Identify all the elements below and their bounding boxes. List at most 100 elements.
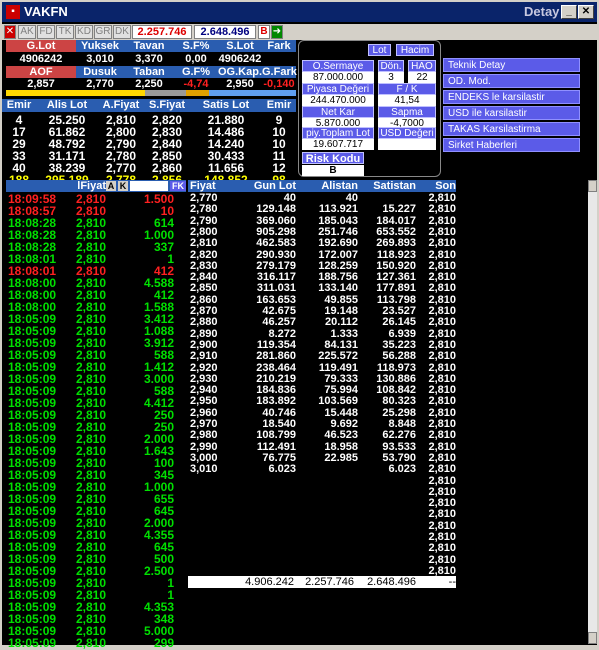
levels-cell: 75.994 bbox=[324, 384, 358, 397]
minimize-button[interactable]: _ bbox=[561, 5, 577, 19]
depth-header-3: S.Fiyat bbox=[144, 99, 190, 112]
levels-cell: 6.023 bbox=[388, 463, 416, 476]
levels-cell: 225.572 bbox=[318, 350, 358, 363]
b-button[interactable]: B bbox=[258, 25, 270, 39]
osermaye-value: 87.000.000 bbox=[302, 72, 374, 83]
lot-button[interactable]: Lot bbox=[368, 44, 391, 56]
levels-cell: 2,840 bbox=[190, 271, 218, 284]
toolbar-tab-dk[interactable]: DK bbox=[113, 25, 131, 39]
right-button-4[interactable]: TAKAS Karsilastirma bbox=[443, 122, 580, 136]
levels-cell: 2,960 bbox=[190, 406, 218, 419]
levels-cell: 49.855 bbox=[324, 293, 358, 306]
levels-cell: 210.219 bbox=[256, 372, 296, 385]
levels-cell: 19.148 bbox=[324, 305, 358, 317]
usd-value bbox=[378, 139, 436, 150]
sort-k-button[interactable]: K bbox=[118, 181, 128, 191]
toolbar-tab-kd[interactable]: KD bbox=[75, 25, 93, 39]
levels-cell: 2,810 bbox=[428, 485, 456, 498]
summary-h2-3: G.F% bbox=[174, 66, 218, 78]
levels-cell: 183.892 bbox=[256, 395, 296, 408]
levels-cell: 279.179 bbox=[256, 259, 296, 272]
company-info-panel: Lot Hacim O.Sermaye 87.000.000 Dön. 3 HA… bbox=[298, 40, 441, 177]
levels-cell: 2,810 bbox=[190, 237, 218, 250]
toolbar-tab-fd[interactable]: FD bbox=[37, 25, 55, 39]
levels-cell: 130.886 bbox=[376, 372, 416, 385]
hao-value: 22 bbox=[408, 72, 436, 83]
toolbar-tab-ak[interactable]: AK bbox=[18, 25, 36, 39]
levels-cell: 53.790 bbox=[382, 451, 416, 464]
close-icon[interactable]: ✕ bbox=[4, 25, 16, 39]
piyasa-label: Piyasa Değeri bbox=[302, 83, 374, 95]
levels-cell: 40 bbox=[345, 192, 358, 204]
levels-cell: 2,860 bbox=[190, 293, 218, 306]
usd-button[interactable]: USD Değeri bbox=[378, 127, 436, 139]
levels-cell: 2,810 bbox=[428, 372, 456, 385]
levels-cell: 2,810 bbox=[428, 531, 456, 543]
levels-cell: 2,810 bbox=[428, 395, 456, 408]
levels-cell: 2,810 bbox=[428, 361, 456, 374]
summary-h1-5: Fark bbox=[262, 40, 296, 52]
levels-cell: 2,990 bbox=[190, 440, 218, 453]
app-window: ▪ VAKFN Detay _ ✕ ✕ AK FD TK KD GR DK 2.257.7… bbox=[0, 0, 599, 650]
levels-cell: 2,810 bbox=[428, 305, 456, 317]
scrollbar-track[interactable] bbox=[588, 192, 597, 632]
arrow-right-icon[interactable]: ➜ bbox=[271, 25, 283, 39]
levels-cell: 2,980 bbox=[190, 429, 218, 442]
levels-cell: 2,780 bbox=[190, 203, 218, 216]
levels-cell: 2,910 bbox=[190, 350, 218, 363]
levels-cell: 2,810 bbox=[428, 440, 456, 453]
levels-cell: 163.653 bbox=[256, 293, 296, 306]
levels-cell: 172.007 bbox=[318, 248, 358, 261]
levels-cell: 653.552 bbox=[376, 225, 416, 238]
levels-cell: 2,810 bbox=[428, 542, 456, 555]
right-button-1[interactable]: OD. Mod. bbox=[443, 74, 580, 88]
levels-cell: 2,770 bbox=[190, 192, 218, 204]
levels-cell: 905.298 bbox=[256, 225, 296, 238]
levels-cell: 462.583 bbox=[256, 237, 296, 250]
right-button-3[interactable]: USD ile karsilastir bbox=[443, 106, 580, 120]
levels-cell: 2,810 bbox=[428, 237, 456, 250]
close-button[interactable]: ✕ bbox=[578, 5, 594, 19]
levels-cell: 192.690 bbox=[318, 237, 358, 250]
levels-cell: 25.298 bbox=[382, 406, 416, 419]
osermaye-label: O.Sermaye bbox=[302, 60, 374, 72]
summary-v2-5: -0,140 bbox=[263, 78, 295, 90]
levels-cell: 128.259 bbox=[318, 259, 358, 272]
hacim-button[interactable]: Hacim bbox=[396, 44, 434, 56]
levels-cell: 2,810 bbox=[428, 214, 456, 227]
levels-cell: 2,810 bbox=[428, 259, 456, 272]
hao-label: HAO bbox=[408, 60, 436, 72]
levels-cell: 2,950 bbox=[190, 395, 218, 408]
piyasa-value: 244.470.000 bbox=[302, 95, 374, 106]
toolbar-tab-tk[interactable]: TK bbox=[56, 25, 74, 39]
levels-cell: 281.860 bbox=[256, 350, 296, 363]
levels-cell: 84.131 bbox=[324, 338, 358, 351]
right-button-5[interactable]: Sirket Haberleri bbox=[443, 138, 580, 152]
levels-cell: 184.836 bbox=[256, 384, 296, 397]
levels-cell: 46.257 bbox=[262, 316, 296, 329]
levels-cell: 62.276 bbox=[382, 429, 416, 442]
right-button-0[interactable]: Teknik Detay bbox=[443, 58, 580, 72]
fk-button[interactable]: FK bbox=[170, 181, 186, 191]
scroll-down-button[interactable] bbox=[588, 632, 597, 644]
levels-cell: 113.798 bbox=[376, 293, 416, 306]
levels-cell: 2,810 bbox=[428, 271, 456, 284]
levels-cell: 2,930 bbox=[190, 372, 218, 385]
levels-cell: 3,000 bbox=[190, 451, 218, 464]
summary-v1-4: 4906242 bbox=[218, 53, 262, 65]
depth-header-2: A.Fiyat bbox=[98, 99, 144, 112]
levels-cell: 127.361 bbox=[376, 271, 416, 284]
levels-header-0[interactable]: Fiyat bbox=[190, 180, 230, 192]
levels-cell: 2,810 bbox=[428, 225, 456, 238]
scroll-up-button[interactable] bbox=[588, 180, 597, 192]
trade-time: 18:05:09 bbox=[8, 636, 57, 650]
depth-header-1: Alis Lot bbox=[36, 99, 98, 112]
sort-a-button[interactable]: A bbox=[106, 181, 116, 191]
levels-cell: 20.112 bbox=[324, 316, 358, 329]
summary-h2-5: G.Fark bbox=[262, 66, 297, 78]
filter-input[interactable] bbox=[130, 181, 168, 191]
levels-cell: 2,810 bbox=[428, 338, 456, 351]
right-button-2[interactable]: ENDEKS le karsilastir bbox=[443, 90, 580, 104]
toolbar-tab-gr[interactable]: GR bbox=[94, 25, 112, 39]
levels-cell: 9.692 bbox=[330, 418, 358, 430]
